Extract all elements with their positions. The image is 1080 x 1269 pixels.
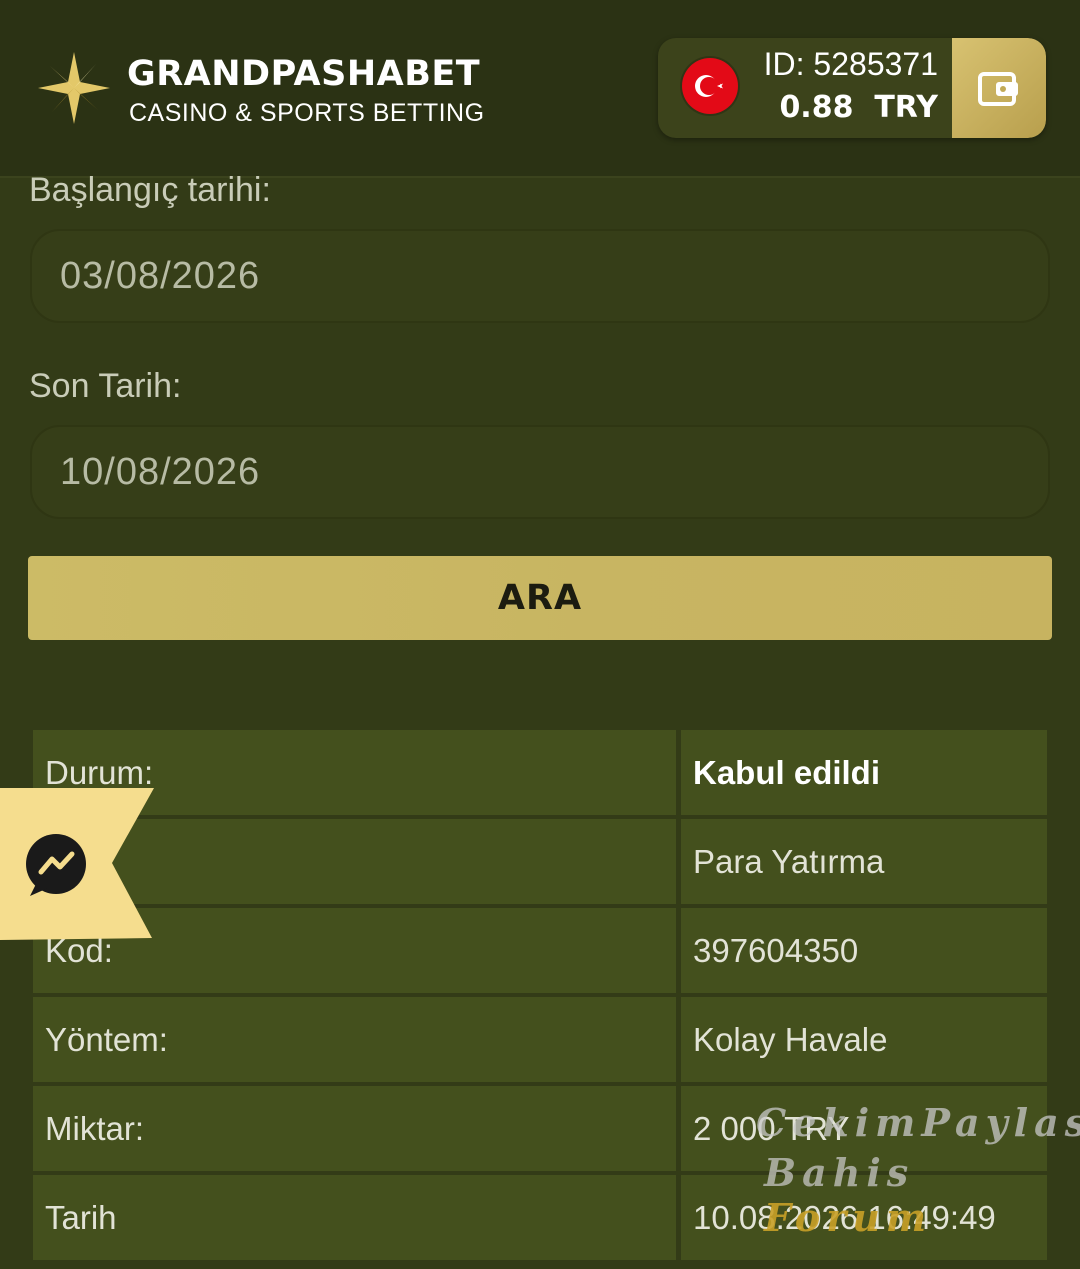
- detail-value: Kolay Havale: [681, 997, 1047, 1082]
- detail-row-status: Durum: Kabul edildi: [33, 730, 1047, 815]
- brand-tagline: CASINO & SPORTS BETTING: [129, 99, 485, 127]
- turkey-flag-icon: [682, 58, 738, 114]
- star-logo-icon: [38, 52, 110, 124]
- wallet-icon: [978, 72, 1018, 106]
- detail-value: Kabul edildi: [681, 730, 1047, 815]
- top-header: GRANDPASHABET CASINO & SPORTS BETTING ID…: [0, 0, 1080, 178]
- account-summary[interactable]: ID: 5285371 0.88 TRY: [658, 38, 1046, 138]
- end-date-label: Son Tarih:: [29, 367, 182, 405]
- detail-row-date: Tarih 10.08.2026 16:49:49: [33, 1175, 1047, 1260]
- detail-value: 2 000 TRY: [681, 1086, 1047, 1171]
- detail-label: Miktar:: [33, 1086, 676, 1171]
- start-date-label: Başlangıç tarihi:: [29, 171, 271, 209]
- detail-row-method: Yöntem: Kolay Havale: [33, 997, 1047, 1082]
- transaction-details: Durum: Kabul edildi Tür: Para Yatırma Ko…: [33, 730, 1047, 1264]
- detail-row-code: Kod: 397604350: [33, 908, 1047, 993]
- account-balance: 0.88 TRY: [779, 90, 938, 125]
- detail-value: 10.08.2026 16:49:49: [681, 1175, 1047, 1260]
- start-date-input[interactable]: [30, 229, 1050, 323]
- search-button[interactable]: ARA: [28, 556, 1052, 640]
- detail-value: Para Yatırma: [681, 819, 1047, 904]
- account-id: ID: 5285371: [763, 46, 938, 82]
- brand-name[interactable]: GRANDPASHABET: [127, 54, 480, 94]
- detail-value: 397604350: [681, 908, 1047, 993]
- end-date-input[interactable]: [30, 425, 1050, 519]
- detail-row-amount: Miktar: 2 000 TRY: [33, 1086, 1047, 1171]
- detail-label: Tarih: [33, 1175, 676, 1260]
- detail-label: Yöntem:: [33, 997, 676, 1082]
- wallet-button[interactable]: [952, 38, 1046, 138]
- chat-widget-button[interactable]: [0, 788, 156, 942]
- detail-row-type: Tür: Para Yatırma: [33, 819, 1047, 904]
